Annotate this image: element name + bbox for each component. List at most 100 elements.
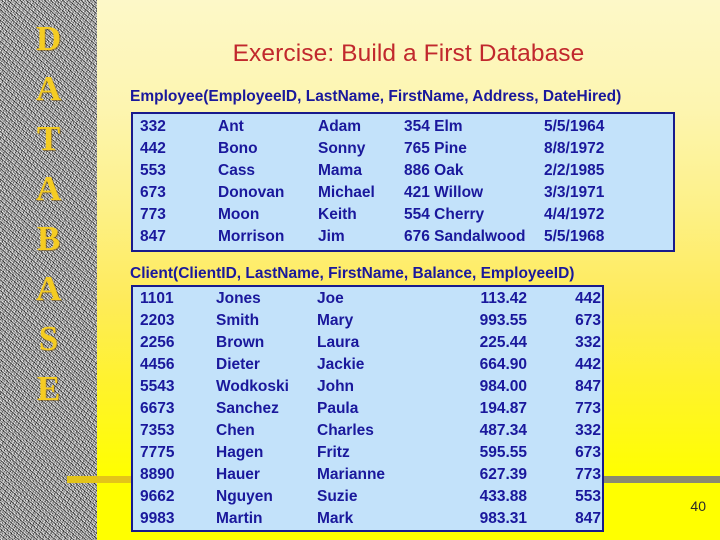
table-cell: 664.90 [479,356,527,373]
table-cell: 1101 [140,290,174,307]
table-row: 4456 Dieter Jackie 664.90 442 [133,354,613,376]
table-cell: 676 Sandalwood [404,228,526,245]
sidebar-letter: A [35,269,62,308]
table-row: 6673 Sanchez Paula 194.87 773 [133,398,613,420]
table-row: 2256 Brown Laura 225.44 332 [133,332,613,354]
table-cell: Chen [216,422,255,439]
table-cell: 332 [575,422,601,439]
table-cell: Jones [216,290,261,307]
table-cell: Ant [218,118,244,135]
slide-canvas: DATABASE Exercise: Build a First Databas… [0,0,720,540]
table-cell: 421 Willow [404,184,484,201]
table-cell: 2203 [140,312,175,329]
table-cell: Keith [318,206,357,223]
sidebar-texture-panel: DATABASE [0,0,97,540]
client-table-box: 1101 Jones Joe 113.42 442 2203 Smith Mary 993.55… [131,285,604,532]
table-cell: 673 [140,184,166,201]
table-cell: Cass [218,162,256,179]
table-cell: Mark [317,510,354,527]
table-cell: 773 [575,466,601,483]
table-cell: Joe [317,290,344,307]
table-cell: 4456 [140,356,175,373]
table-cell: Dieter [216,356,260,373]
sidebar-letter: E [36,369,61,408]
table-row: 7775 Hagen Fritz 595.55 673 [133,442,613,464]
sidebar-letter: A [35,169,62,208]
table-cell: 433.88 [479,488,527,505]
table-cell: 194.87 [479,400,527,417]
table-cell: 6673 [140,400,175,417]
table-cell: Jim [318,228,345,245]
client-table: 1101 Jones Joe 113.42 442 2203 Smith Mary 993.55… [133,288,613,530]
table-cell: 354 Elm [404,118,463,135]
table-cell: 7353 [140,422,175,439]
employee-schema-caption: Employee(EmployeeID, LastName, FirstName… [130,88,622,105]
table-cell: Donovan [218,184,285,201]
table-row: 7353 Chen Charles 487.34 332 [133,420,613,442]
table-row: 2203 Smith Mary 993.55 673 [133,310,613,332]
table-cell: 773 [575,400,601,417]
table-cell: 332 [140,118,166,135]
sidebar-letter: S [38,319,59,358]
table-cell: Adam [318,118,362,135]
table-cell: 3/3/1971 [544,184,605,201]
table-cell: 847 [140,228,166,245]
table-cell: Fritz [317,444,350,461]
table-cell: 595.55 [479,444,527,461]
table-cell: 993.55 [479,312,527,329]
table-row: 553 Cass Mama 886 Oak 2/2/1985 [133,160,676,182]
table-row: 5543 Wodkoski John 984.00 847 [133,376,613,398]
table-cell: 673 [575,312,601,329]
table-cell: 487.34 [479,422,527,439]
table-cell: 983.31 [479,510,527,527]
table-cell: Brown [216,334,265,351]
table-cell: 553 [140,162,166,179]
table-cell: 332 [575,334,601,351]
slide-title: Exercise: Build a First Database [232,40,585,67]
sidebar-letter: D [35,19,62,58]
sidebar-letter: T [36,119,61,158]
employee-table-box: 332 Ant Adam 354 Elm 5/5/1964 442 Bono Sonny 765… [131,112,675,252]
table-cell: 847 [575,510,601,527]
table-cell: Bono [218,140,258,157]
table-cell: 9983 [140,510,175,527]
table-cell: Smith [216,312,260,329]
table-cell: Paula [317,400,359,417]
table-cell: 627.39 [479,466,527,483]
table-cell: 8/8/1972 [544,140,605,157]
client-schema-caption: Client(ClientID, LastName, FirstName, Ba… [130,265,575,282]
table-cell: Moon [218,206,260,223]
table-cell: Hauer [216,466,260,483]
table-cell: Wodkoski [216,378,289,395]
table-cell: 554 Cherry [404,206,485,223]
table-cell: 673 [575,444,601,461]
table-row: 442 Bono Sonny 765 Pine 8/8/1972 [133,138,676,160]
table-cell: Sanchez [216,400,279,417]
table-cell: Morrison [218,228,285,245]
employee-table: 332 Ant Adam 354 Elm 5/5/1964 442 Bono Sonny 765… [133,116,676,248]
table-cell: 553 [575,488,601,505]
table-cell: Marianne [317,466,386,483]
table-cell: 773 [140,206,166,223]
table-cell: 442 [575,290,601,307]
table-cell: Nguyen [216,488,273,505]
table-cell: 2/2/1985 [544,162,605,179]
sidebar-letter: B [36,219,61,258]
sidebar-letter: A [35,69,62,108]
page-number: 40 [690,498,706,514]
table-cell: Suzie [317,488,358,505]
table-cell: Hagen [216,444,264,461]
table-row: 9662 Nguyen Suzie 433.88 553 [133,486,613,508]
gold-accent-bar [67,476,131,483]
table-cell: Sonny [318,140,366,157]
table-cell: Mama [318,162,362,179]
table-cell: Jackie [317,356,365,373]
table-row: 1101 Jones Joe 113.42 442 [133,288,613,310]
table-cell: Laura [317,334,360,351]
table-cell: 886 Oak [404,162,464,179]
table-cell: 984.00 [479,378,527,395]
table-row: 332 Ant Adam 354 Elm 5/5/1964 [133,116,676,138]
table-cell: Michael [318,184,375,201]
table-cell: 5/5/1968 [544,228,605,245]
table-cell: 2256 [140,334,175,351]
